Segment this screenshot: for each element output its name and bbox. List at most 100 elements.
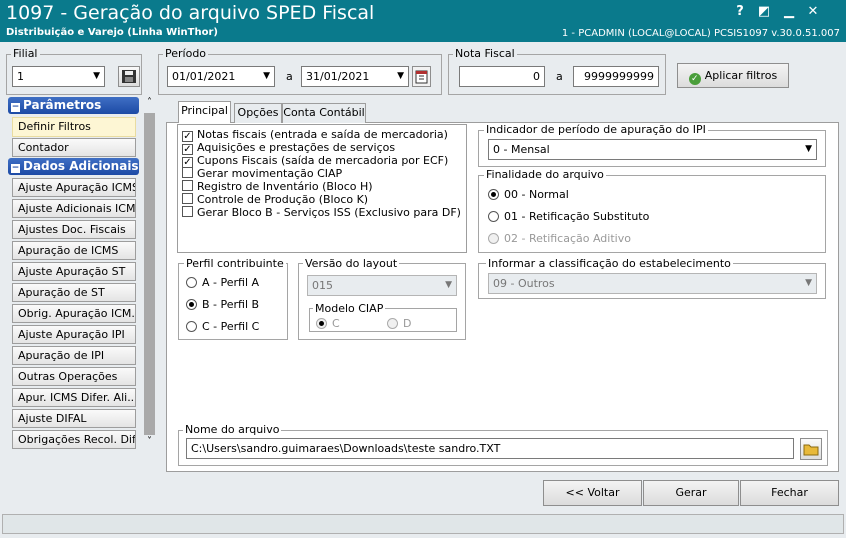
radio-icon [186, 321, 197, 332]
sidebar-list: Ajuste Apuração ICMS Ajuste Adicionais IC… [12, 178, 138, 450]
checklist-item-label: Cupons Fiscais (saída de mercadoria por … [197, 154, 449, 167]
nota-separator: a [556, 70, 563, 83]
chevron-down-icon: ▼ [805, 278, 812, 288]
collapse-icon: − [11, 163, 20, 173]
checkbox-icon[interactable] [182, 167, 193, 178]
chevron-down-icon[interactable]: ˅ [143, 436, 156, 450]
sidebar-item-contador[interactable]: Contador [12, 138, 136, 157]
sidebar-item[interactable]: Apuração de ST [12, 283, 136, 302]
radio-selected-icon [186, 299, 197, 310]
chevron-down-icon: ▼ [805, 144, 812, 154]
radio-icon [316, 318, 327, 329]
minimize-button[interactable]: ▁ [780, 3, 798, 21]
sidebar-item[interactable]: Apuração de ICMS [12, 241, 136, 260]
collapse-icon: − [11, 102, 20, 112]
checklist-item[interactable]: Gerar movimentação CIAP [182, 167, 342, 180]
arquivo-path-field[interactable]: C:\Users\sandro.guimaraes\Downloads\test… [186, 438, 794, 459]
ciap-option-c[interactable]: C [316, 317, 340, 330]
periodo-separator: a [286, 70, 293, 83]
arquivo-label: Nome do arquivo [183, 423, 282, 436]
window-title: 1097 - Geração do arquivo SPED Fiscal [6, 2, 375, 24]
restore-button[interactable]: ◩ [755, 3, 773, 21]
radio-icon [186, 277, 197, 288]
sidebar-section-parametros[interactable]: − Parâmetros [8, 97, 139, 114]
finalidade-label: Finalidade do arquivo [484, 168, 606, 181]
ciap-label: Modelo CIAP [313, 302, 386, 315]
sidebar-item[interactable]: Apuração de IPI [12, 346, 136, 365]
perfil-option-c[interactable]: C - Perfil C [186, 320, 259, 333]
radio-icon [387, 318, 398, 329]
finalidade-option-aditivo[interactable]: 02 - Retificação Aditivo [488, 232, 631, 245]
options-checklist: ✓ Notas fiscais (entrada e saída de merca… [177, 124, 467, 253]
scrollbar-thumb[interactable] [144, 113, 155, 435]
save-icon[interactable] [118, 66, 140, 87]
checklist-item-label: Registro de Inventário (Bloco H) [197, 180, 373, 193]
sidebar-item[interactable]: Ajuste DIFAL [12, 409, 136, 428]
system-info: 1 - PCADMIN (LOCAL@LOCAL) PCSIS1097 v.30… [561, 28, 840, 39]
sidebar-item[interactable]: Obrigações Recol. Difal [12, 430, 136, 449]
tab-opcoes[interactable]: Opções [234, 103, 282, 123]
ciap-option-d[interactable]: D [387, 317, 411, 330]
checklist-item-label: Gerar movimentação CIAP [197, 167, 343, 180]
sidebar-item[interactable]: Ajustes Doc. Fiscais [12, 220, 136, 239]
help-button[interactable]: ? [731, 3, 749, 21]
apply-filters-button[interactable]: ✓ Aplicar filtros [677, 63, 789, 88]
sidebar-item[interactable]: Ajuste Apuração ST [12, 262, 136, 281]
generate-button[interactable]: Gerar [643, 480, 739, 506]
checklist-item-label: Gerar Bloco B - Serviços ISS (Exclusivo … [197, 206, 461, 219]
checklist-item[interactable]: ✓ Notas fiscais (entrada e saída de merca… [182, 128, 448, 142]
folder-icon[interactable] [800, 438, 822, 460]
finalidade-option-substituto[interactable]: 01 - Retificação Substituto [488, 210, 649, 223]
classificacao-select[interactable]: 09 - Outros ▼ [488, 273, 817, 294]
window-subtitle: Distribuição e Varejo (Linha WinThor) [6, 27, 218, 38]
chevron-down-icon: ▼ [93, 71, 100, 81]
ipi-label: Indicador de período de apuração do IPI [484, 123, 708, 136]
chevron-down-icon: ▼ [263, 71, 270, 81]
checklist-item[interactable]: ✓ Cupons Fiscais (saída de mercadoria por… [182, 154, 448, 168]
checkbox-icon[interactable] [182, 193, 193, 204]
sidebar-item[interactable]: Outras Operações [12, 367, 136, 386]
finalidade-option-normal[interactable]: 00 - Normal [488, 188, 569, 201]
perfil-option-b[interactable]: B - Perfil B [186, 298, 259, 311]
nota-end-field[interactable]: 9999999999 [573, 66, 659, 87]
check-circle-icon: ✓ [688, 73, 701, 85]
ipi-select[interactable]: 0 - Mensal ▼ [488, 139, 817, 160]
sidebar-item[interactable]: Ajuste Adicionais ICMS [12, 199, 136, 218]
checklist-item[interactable]: ✓ Aquisições e prestações de serviços [182, 141, 395, 155]
tab-conta-contabil[interactable]: Conta Contábil [282, 103, 366, 123]
sidebar-item[interactable]: Obrig. Apuração ICM... [12, 304, 136, 323]
status-bar [2, 514, 844, 534]
perfil-option-a[interactable]: A - Perfil A [186, 276, 259, 289]
filial-select[interactable]: 1 ▼ [12, 66, 105, 87]
perfil-label: Perfil contribuinte [184, 257, 286, 270]
periodo-start-field[interactable]: 01/01/2021 ▼ [167, 66, 275, 87]
sidebar-item[interactable]: Ajuste Apuração IPI [12, 325, 136, 344]
sidebar-section-dados-adicionais[interactable]: − Dados Adicionais [8, 158, 139, 175]
nota-start-field[interactable]: 0 [459, 66, 545, 87]
periodo-end-field[interactable]: 31/01/2021 ▼ [301, 66, 409, 87]
checklist-item-label: Notas fiscais (entrada e saída de mercad… [197, 128, 448, 141]
tab-principal[interactable]: Principal [178, 101, 231, 123]
sidebar-item[interactable]: Apur. ICMS Difer. Ali... [12, 388, 136, 407]
radio-icon [488, 233, 499, 244]
radio-selected-icon [488, 189, 499, 200]
sidebar-scrollbar[interactable]: ˄ ˅ [143, 97, 156, 454]
radio-icon [488, 211, 499, 222]
checklist-item[interactable]: Registro de Inventário (Bloco H) [182, 180, 373, 193]
checklist-item[interactable]: Gerar Bloco B - Serviços ISS (Exclusivo … [182, 206, 461, 219]
back-button[interactable]: << Voltar [543, 480, 642, 506]
periodo-label: Período [163, 47, 209, 60]
close-window-button[interactable]: ✕ [804, 3, 822, 21]
checkbox-icon[interactable] [182, 180, 193, 191]
sidebar-item[interactable]: Ajuste Apuração ICMS [12, 178, 136, 197]
nota-fiscal-label: Nota Fiscal [453, 47, 517, 60]
close-button[interactable]: Fechar [740, 480, 839, 506]
checkbox-icon[interactable] [182, 206, 193, 217]
calendar-icon[interactable] [412, 66, 431, 87]
chevron-up-icon[interactable]: ˄ [143, 97, 156, 111]
checklist-item[interactable]: Controle de Produção (Bloco K) [182, 193, 368, 206]
layout-label: Versão do layout [303, 257, 400, 270]
sidebar-item-definir-filtros[interactable]: Definir Filtros [12, 117, 136, 137]
checklist-item-label: Aquisições e prestações de serviços [197, 141, 396, 154]
layout-select[interactable]: 015 ▼ [307, 275, 457, 296]
